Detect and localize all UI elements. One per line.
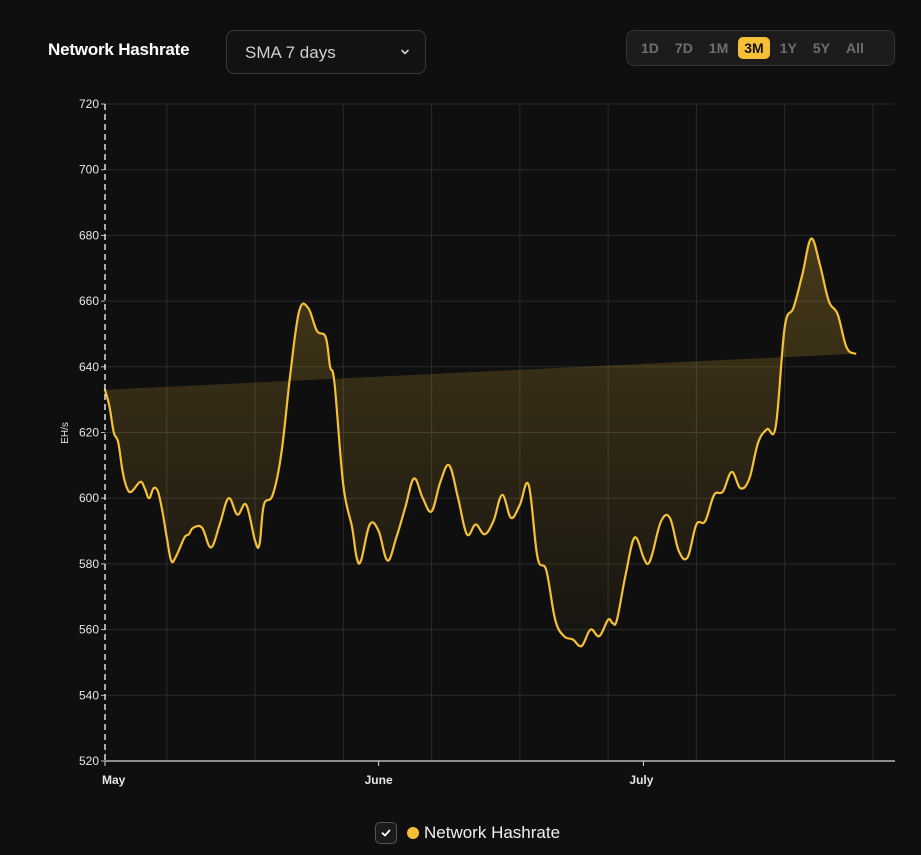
y-tick-label: 520 (79, 754, 99, 768)
x-tick-label: June (365, 773, 393, 787)
y-tick-label: 580 (79, 557, 99, 571)
legend-toggle-checkbox[interactable] (375, 822, 397, 844)
legend-series-swatch (407, 827, 419, 839)
series-area-fill (105, 238, 856, 647)
legend-series-label: Network Hashrate (424, 823, 561, 842)
x-tick-label: July (629, 773, 653, 787)
y-tick-label: 700 (79, 163, 99, 177)
y-tick-label: 600 (79, 491, 99, 505)
y-tick-label: 640 (79, 360, 99, 374)
y-tick-label: 680 (79, 228, 99, 242)
checkmark-icon (381, 829, 391, 837)
y-tick-label: 660 (79, 294, 99, 308)
y-tick-label: 720 (79, 97, 99, 111)
y-axis-label: EH/s (60, 422, 71, 444)
y-tick-label: 540 (79, 688, 99, 702)
y-tick-label: 560 (79, 623, 99, 637)
x-tick-label: May (102, 773, 126, 787)
chart-legend: Network Hashrate (375, 820, 560, 846)
y-tick-label: 620 (79, 426, 99, 440)
chart-area (103, 237, 857, 648)
hashrate-chart: 520 540 560 580 600 620 640 660 680 700 720 May June… (60, 97, 895, 787)
